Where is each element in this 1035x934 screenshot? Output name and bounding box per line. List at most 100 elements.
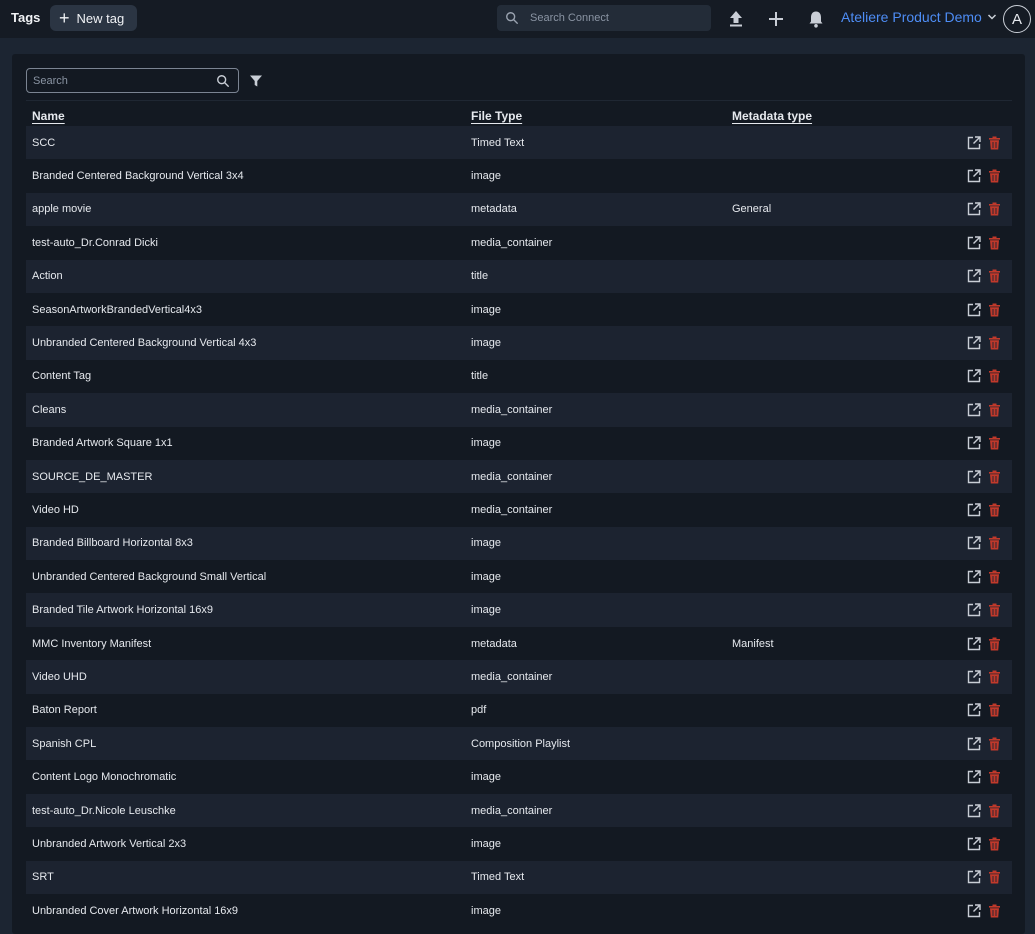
trash-icon[interactable] xyxy=(988,169,1001,183)
trash-icon[interactable] xyxy=(988,637,1001,651)
column-header-metadata-type[interactable]: Metadata type xyxy=(732,109,812,123)
tag-search-input[interactable] xyxy=(27,73,216,88)
page-title: Tags xyxy=(11,10,41,25)
org-switcher[interactable]: Ateliere Product Demo xyxy=(841,9,997,25)
trash-icon[interactable] xyxy=(988,269,1001,283)
tag-file-type: media_container xyxy=(471,670,553,683)
trash-icon[interactable] xyxy=(988,403,1001,417)
tag-file-type: image xyxy=(471,337,501,350)
table-row[interactable]: Branded Centered Background Vertical 3x4… xyxy=(26,159,1012,193)
open-external-icon[interactable] xyxy=(967,336,981,350)
open-external-icon[interactable] xyxy=(967,469,981,484)
bell-icon[interactable] xyxy=(806,9,826,29)
global-search-input[interactable] xyxy=(528,11,702,25)
tag-file-type: Composition Playlist xyxy=(471,737,571,750)
tag-name: SCC xyxy=(32,136,56,149)
table-row[interactable]: Unbranded Centered Background Vertical 4… xyxy=(26,326,1012,360)
tag-name: Unbranded Centered Background Small Vert… xyxy=(32,570,267,583)
open-external-icon[interactable] xyxy=(967,403,981,417)
open-external-icon[interactable] xyxy=(967,703,981,717)
tag-name: Branded Billboard Horizontal 8x3 xyxy=(32,537,193,550)
column-header-name[interactable]: Name xyxy=(32,109,65,123)
table-row[interactable]: Video HD media_container xyxy=(26,493,1012,527)
open-external-icon[interactable] xyxy=(967,135,981,150)
table-row[interactable]: apple movie metadata General xyxy=(26,192,1012,227)
table-row[interactable]: Cleans media_container xyxy=(26,393,1012,427)
table-row[interactable]: Baton Report pdf xyxy=(26,693,1012,728)
open-external-icon[interactable] xyxy=(967,169,981,183)
table-row[interactable]: SCC Timed Text xyxy=(26,126,1012,160)
table-row[interactable]: SeasonArtworkBrandedVertical4x3 image xyxy=(26,292,1012,327)
tag-search[interactable] xyxy=(26,68,239,93)
upload-icon[interactable] xyxy=(726,9,746,29)
global-search[interactable] xyxy=(497,5,711,31)
tag-name: test-auto_Dr.Conrad Dicki xyxy=(32,236,158,249)
trash-icon[interactable] xyxy=(988,503,1001,517)
table-row[interactable]: Unbranded Cover Artwork Horizontal 16x9 i… xyxy=(26,893,1012,928)
table-row[interactable]: Branded Billboard Horizontal 8x3 image xyxy=(26,526,1012,561)
search-icon xyxy=(217,74,229,87)
trash-icon[interactable] xyxy=(988,236,1001,250)
trash-icon[interactable] xyxy=(988,136,1001,150)
table-row[interactable]: Unbranded Artwork Vertical 2x3 image xyxy=(26,827,1012,861)
trash-icon[interactable] xyxy=(988,603,1001,617)
org-name: Ateliere Product Demo xyxy=(841,9,982,25)
table-row[interactable]: Content Tag title xyxy=(26,359,1012,394)
open-external-icon[interactable] xyxy=(967,903,981,918)
trash-icon[interactable] xyxy=(988,202,1001,216)
open-external-icon[interactable] xyxy=(967,636,981,651)
trash-icon[interactable] xyxy=(988,436,1001,450)
column-header-file-type[interactable]: File Type xyxy=(471,109,522,123)
table-row[interactable]: SRT Timed Text xyxy=(26,860,1012,894)
table-row[interactable]: Action title xyxy=(26,259,1012,293)
trash-icon[interactable] xyxy=(988,703,1001,717)
trash-icon[interactable] xyxy=(988,369,1001,383)
table-row[interactable]: Video UHD media_container xyxy=(26,660,1012,694)
table-row[interactable]: test-auto_Dr.Nicole Leuschke media_contai… xyxy=(26,793,1012,828)
trash-icon[interactable] xyxy=(988,570,1001,584)
table-row[interactable]: test-auto_Dr.Conrad Dicki media_container xyxy=(26,226,1012,260)
open-external-icon[interactable] xyxy=(967,737,981,751)
plus-icon[interactable] xyxy=(766,9,786,29)
open-external-icon[interactable] xyxy=(967,603,981,617)
trash-icon[interactable] xyxy=(988,303,1001,317)
table-row[interactable]: Content Logo Monochromatic image xyxy=(26,760,1012,794)
open-external-icon[interactable] xyxy=(967,436,981,450)
trash-icon[interactable] xyxy=(988,770,1001,784)
open-external-icon[interactable] xyxy=(967,369,981,383)
table-row[interactable]: MMC Inventory Manifest metadata Manifest xyxy=(26,626,1012,661)
trash-icon[interactable] xyxy=(988,737,1001,751)
filter-icon[interactable] xyxy=(249,74,263,88)
trash-icon[interactable] xyxy=(988,336,1001,350)
open-external-icon[interactable] xyxy=(967,536,981,550)
open-external-icon[interactable] xyxy=(967,570,981,584)
open-external-icon[interactable] xyxy=(967,503,981,517)
table-row[interactable]: Unbranded Centered Background Small Vert… xyxy=(26,560,1012,594)
new-tag-button[interactable]: + New tag xyxy=(50,5,137,31)
open-external-icon[interactable] xyxy=(967,269,981,283)
trash-icon[interactable] xyxy=(988,904,1001,918)
open-external-icon[interactable] xyxy=(967,770,981,784)
tag-file-type: image xyxy=(471,570,501,583)
open-external-icon[interactable] xyxy=(967,837,981,851)
table-row[interactable]: Spanish CPL Composition Playlist xyxy=(26,727,1012,761)
avatar[interactable]: A xyxy=(1003,5,1031,33)
open-external-icon[interactable] xyxy=(967,870,981,884)
table-row[interactable]: Branded Tile Artwork Horizontal 16x9 imag… xyxy=(26,593,1012,627)
open-external-icon[interactable] xyxy=(967,302,981,317)
trash-icon[interactable] xyxy=(988,870,1001,884)
tag-file-type: media_container xyxy=(471,470,553,483)
open-external-icon[interactable] xyxy=(967,670,981,684)
tag-metadata-type: Manifest xyxy=(732,637,774,650)
trash-icon[interactable] xyxy=(988,670,1001,684)
trash-icon[interactable] xyxy=(988,837,1001,851)
table-row[interactable]: SOURCE_DE_MASTER media_container xyxy=(26,459,1012,494)
tag-file-type: pdf xyxy=(471,704,487,717)
table-row[interactable]: Branded Artwork Square 1x1 image xyxy=(26,426,1012,460)
open-external-icon[interactable] xyxy=(967,236,981,250)
trash-icon[interactable] xyxy=(988,470,1001,484)
open-external-icon[interactable] xyxy=(967,202,981,216)
open-external-icon[interactable] xyxy=(967,803,981,818)
trash-icon[interactable] xyxy=(988,804,1001,818)
trash-icon[interactable] xyxy=(988,536,1001,550)
